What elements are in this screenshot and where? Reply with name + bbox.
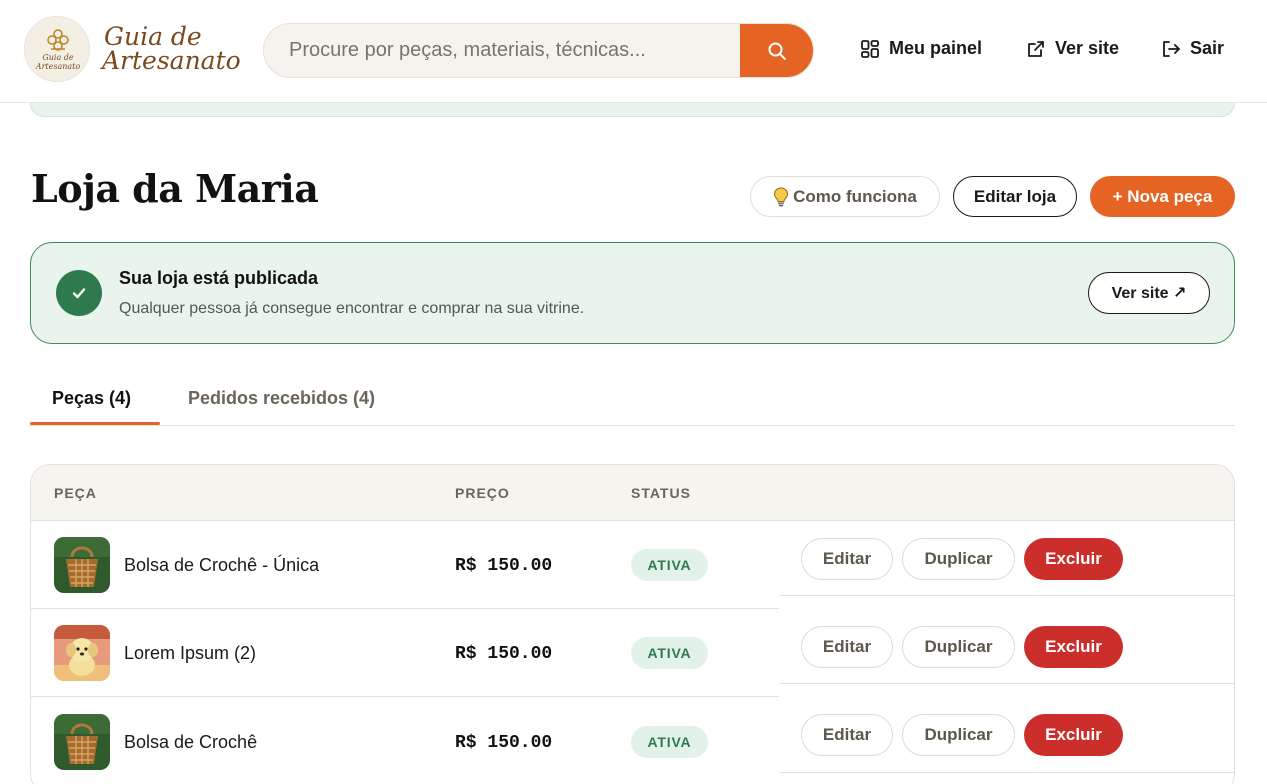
external-link-icon xyxy=(1028,40,1044,57)
published-notice: Sua loja está publicada Qualquer pessoa … xyxy=(30,242,1235,344)
edit-button[interactable]: Editar xyxy=(801,626,893,668)
logo[interactable]: Guia de Artesanato Guia de Artesanato xyxy=(24,16,241,82)
new-piece-button[interactable]: + Nova peça xyxy=(1090,176,1235,217)
logo-badge-line1: Guia de xyxy=(42,53,74,62)
logout-icon xyxy=(1163,40,1180,57)
how-it-works-label: Como funciona xyxy=(793,186,917,206)
logo-badge-line2: Artesanato xyxy=(35,62,81,71)
search-bar xyxy=(263,23,814,78)
nav-panel-label: Meu painel xyxy=(889,38,983,58)
status-badge: ATIVA xyxy=(631,637,708,669)
nav-site-link[interactable]: Ver site xyxy=(1026,38,1119,59)
published-title: Sua loja está publicada xyxy=(119,268,319,288)
page-title: Loja da Maria xyxy=(31,166,319,211)
search-input[interactable] xyxy=(264,24,742,77)
nav-site-label: Ver site xyxy=(1055,38,1120,58)
edit-button[interactable]: Editar xyxy=(801,714,893,756)
table-row: Lorem Ipsum (2) R$ 150.00 ATIVA Editar D… xyxy=(31,609,1234,697)
delete-button[interactable]: Excluir xyxy=(1024,714,1123,756)
table-row: Bolsa de Crochê R$ 150.00 ATIVA Editar D… xyxy=(31,697,1234,784)
lightbulb-icon xyxy=(774,186,789,206)
status-badge: ATIVA xyxy=(631,549,708,581)
column-price: PREÇO xyxy=(455,485,510,501)
status-badge: ATIVA xyxy=(631,726,708,758)
bag-thumbnail[interactable] xyxy=(54,714,110,770)
logo-badge: Guia de Artesanato xyxy=(24,16,90,82)
active-tab-indicator xyxy=(30,422,160,425)
piece-price: R$ 150.00 xyxy=(455,556,553,576)
piece-name: Lorem Ipsum (2) xyxy=(124,643,257,663)
piece-name: Bolsa de Crochê xyxy=(124,732,258,752)
duplicate-button[interactable]: Duplicar xyxy=(902,538,1015,580)
piece-price: R$ 150.00 xyxy=(455,644,553,664)
column-piece: PEÇA xyxy=(54,485,97,501)
tab-orders[interactable]: Pedidos recebidos (4) xyxy=(188,388,375,409)
dashboard-icon xyxy=(861,39,879,58)
banner-strip xyxy=(30,103,1235,117)
nav-logout-link[interactable]: Sair xyxy=(1161,38,1224,59)
plush-thumbnail[interactable] xyxy=(54,625,110,681)
table-header: PEÇA PREÇO STATUS xyxy=(31,465,1234,521)
edit-button[interactable]: Editar xyxy=(801,538,893,580)
logo-wordmark: Guia de Artesanato xyxy=(102,24,241,75)
piece-price: R$ 150.00 xyxy=(455,733,553,753)
bag-thumbnail[interactable] xyxy=(54,537,110,593)
duplicate-button[interactable]: Duplicar xyxy=(902,714,1015,756)
pieces-table: PEÇA PREÇO STATUS Bolsa de Crochê - Únic… xyxy=(30,464,1235,784)
table-row: Bolsa de Crochê - Única R$ 150.00 ATIVA … xyxy=(31,521,1234,609)
column-status: STATUS xyxy=(631,485,691,501)
nav-logout-label: Sair xyxy=(1190,38,1225,58)
ornament-icon: Guia de Artesanato xyxy=(35,29,81,71)
nav-panel-link[interactable]: Meu painel xyxy=(860,38,982,59)
view-site-button[interactable]: Ver site ↗ xyxy=(1088,272,1210,314)
search-icon xyxy=(768,42,786,60)
row-divider xyxy=(779,595,1234,596)
delete-button[interactable]: Excluir xyxy=(1024,626,1123,668)
tab-bar: Peças (4) Pedidos recebidos (4) xyxy=(30,378,1235,426)
how-it-works-button[interactable]: Como funciona xyxy=(750,176,940,217)
piece-name: Bolsa de Crochê - Única xyxy=(124,555,320,575)
search-button[interactable] xyxy=(740,24,813,77)
tab-pieces[interactable]: Peças (4) xyxy=(52,388,131,409)
top-header: Guia de Artesanato Guia de Artesanato Pr… xyxy=(0,0,1267,103)
row-divider xyxy=(779,683,1234,684)
edit-store-button[interactable]: Editar loja xyxy=(953,176,1077,217)
row-divider xyxy=(779,772,1234,773)
published-subtitle: Qualquer pessoa já consegue encontrar e … xyxy=(119,300,585,317)
duplicate-button[interactable]: Duplicar xyxy=(902,626,1015,668)
logo-line2: Artesanato xyxy=(102,46,241,75)
delete-button[interactable]: Excluir xyxy=(1024,538,1123,580)
check-icon xyxy=(56,270,102,316)
